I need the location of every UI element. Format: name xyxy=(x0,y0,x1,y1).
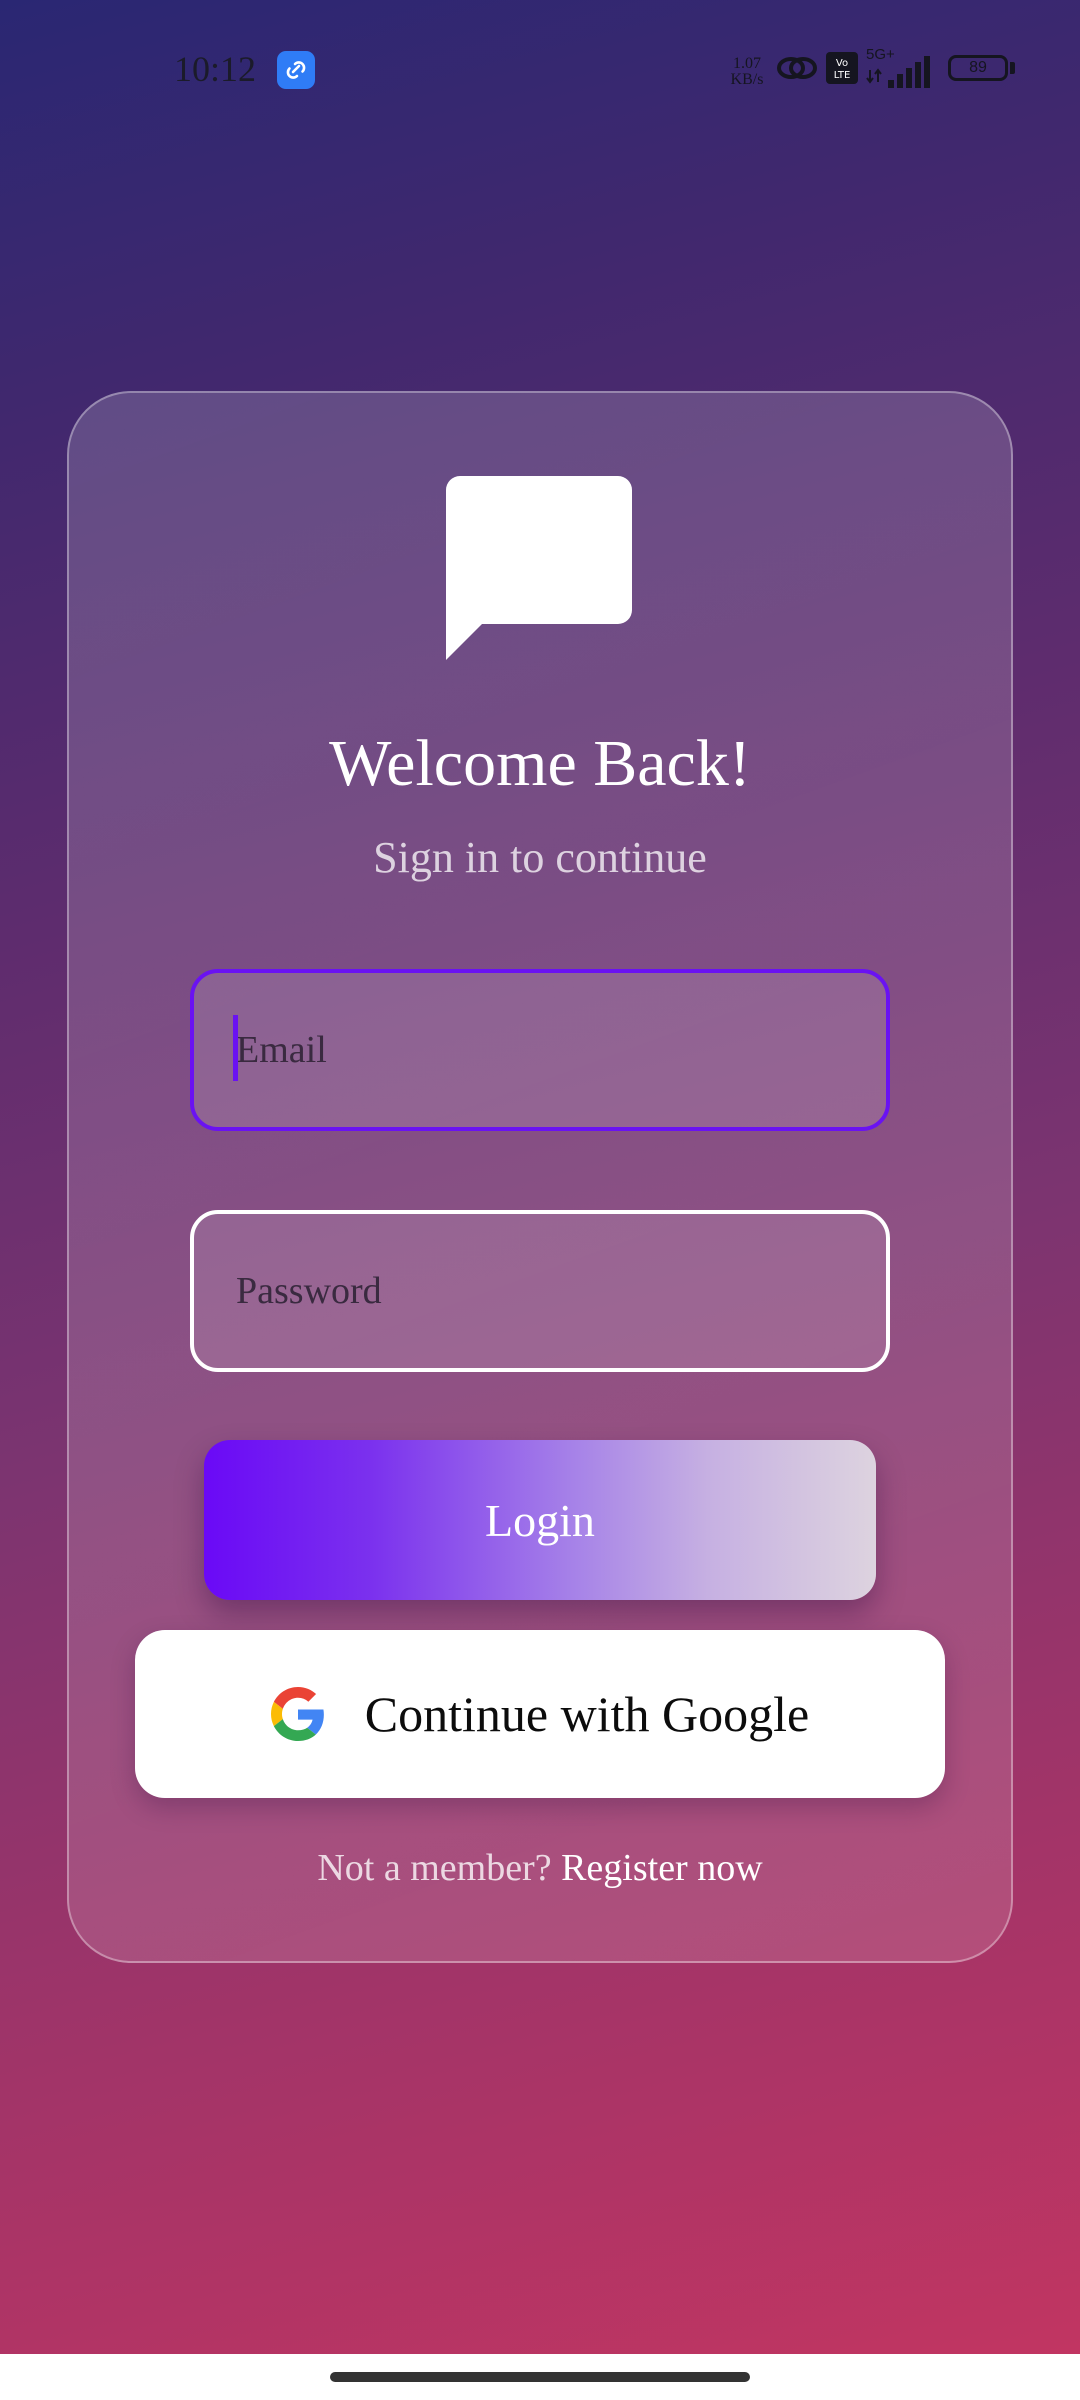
google-g-icon xyxy=(270,1687,324,1741)
register-row: Not a member? Register now xyxy=(0,1843,1080,1893)
volte-icon: Vo LTE xyxy=(826,52,858,88)
page-title: Welcome Back! xyxy=(329,727,751,800)
login-button[interactable]: Login xyxy=(204,1440,876,1600)
network-speed-unit: KB/s xyxy=(730,71,764,88)
register-link[interactable]: Register now xyxy=(561,1847,763,1889)
google-signin-button[interactable]: Continue with Google xyxy=(135,1630,945,1798)
not-member-text: Not a member? xyxy=(317,1847,562,1889)
hotspot-link-icon xyxy=(776,53,818,87)
network-speed: 1.07 KB/s xyxy=(724,56,770,88)
status-bar: 10:12 1.07 KB/s Vo LTE 5G+ 89 xyxy=(0,0,1080,140)
password-field[interactable] xyxy=(190,1210,890,1372)
battery-tip xyxy=(1010,62,1015,74)
battery-level: 89 xyxy=(969,59,987,76)
status-icons: Vo LTE 5G+ xyxy=(776,46,936,90)
signal-icon: 5G+ xyxy=(866,46,936,90)
text-cursor xyxy=(233,1015,238,1081)
email-field[interactable] xyxy=(190,969,890,1131)
status-time: 10:12 xyxy=(174,49,257,89)
svg-text:Vo: Vo xyxy=(836,58,848,69)
network-speed-value: 1.07 xyxy=(733,55,761,72)
battery-icon: 89 xyxy=(948,55,1008,81)
chat-bubble-icon xyxy=(446,476,632,660)
svg-text:LTE: LTE xyxy=(834,70,851,81)
google-signin-label: Continue with Google xyxy=(364,1686,810,1742)
page-subtitle: Sign in to continue xyxy=(373,833,707,882)
home-indicator[interactable] xyxy=(330,2372,750,2382)
link-app-icon xyxy=(277,51,315,89)
